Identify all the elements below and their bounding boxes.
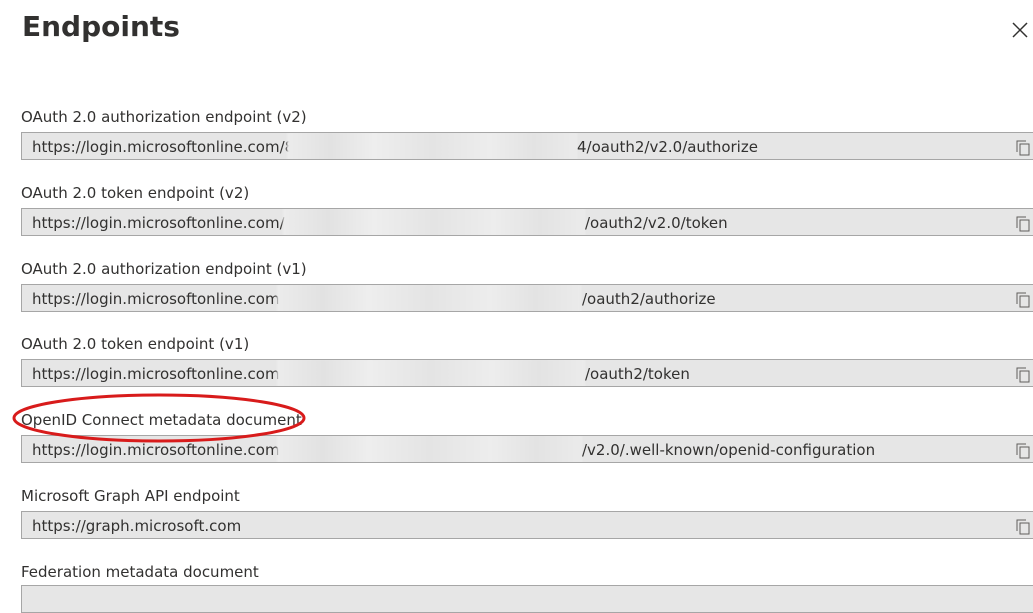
field-label-oauth2-token-v1: OAuth 2.0 token endpoint (v1) bbox=[21, 335, 250, 353]
field-value-prefix: https://login.microsoftonline.com/8 bbox=[32, 214, 295, 232]
field-oauth2-authorize-v1[interactable]: https://login.microsoftonline.com/ /oaut… bbox=[21, 284, 1033, 312]
field-label-federation-metadata: Federation metadata document bbox=[21, 563, 259, 581]
field-value-suffix: 4/oauth2/v2.0/authorize bbox=[577, 138, 758, 156]
field-value-suffix: /oauth2/v2.0/token bbox=[585, 214, 728, 232]
field-openid-metadata[interactable]: https://login.microsoftonline.com/ /v2.0… bbox=[21, 435, 1033, 463]
copy-icon[interactable] bbox=[1016, 292, 1030, 308]
field-label-graph-api: Microsoft Graph API endpoint bbox=[21, 487, 240, 505]
field-label-oauth2-authorize-v2: OAuth 2.0 authorization endpoint (v2) bbox=[21, 108, 307, 126]
close-button[interactable] bbox=[1008, 18, 1032, 42]
field-value-prefix: https://graph.microsoft.com bbox=[32, 517, 242, 535]
field-oauth2-token-v2[interactable]: https://login.microsoftonline.com/8 /oau… bbox=[21, 208, 1033, 236]
redacted-tenant-id bbox=[277, 360, 585, 386]
field-value-suffix: /oauth2/token bbox=[585, 365, 690, 383]
close-icon bbox=[1012, 22, 1028, 38]
redacted-tenant-id bbox=[283, 209, 585, 235]
field-oauth2-authorize-v2[interactable]: https://login.microsoftonline.com/8 4/oa… bbox=[21, 132, 1033, 160]
copy-icon[interactable] bbox=[1016, 519, 1030, 535]
field-label-openid-metadata: OpenID Connect metadata document bbox=[21, 411, 302, 429]
field-label-oauth2-token-v2: OAuth 2.0 token endpoint (v2) bbox=[21, 184, 250, 202]
field-label-oauth2-authorize-v1: OAuth 2.0 authorization endpoint (v1) bbox=[21, 260, 307, 278]
copy-icon[interactable] bbox=[1016, 140, 1030, 156]
field-value-prefix: https://login.microsoftonline.com/ bbox=[32, 441, 285, 459]
redacted-tenant-id bbox=[287, 133, 577, 159]
field-graph-api[interactable]: https://graph.microsoft.com bbox=[21, 511, 1033, 539]
field-value-prefix: https://login.microsoftonline.com/ bbox=[32, 290, 285, 308]
copy-icon[interactable] bbox=[1016, 367, 1030, 383]
copy-icon[interactable] bbox=[1016, 216, 1030, 232]
copy-icon[interactable] bbox=[1016, 443, 1030, 459]
field-value-prefix: https://login.microsoftonline.com/8 bbox=[32, 138, 295, 156]
field-federation-metadata[interactable] bbox=[21, 585, 1033, 613]
redacted-tenant-id bbox=[277, 285, 581, 311]
page-title: Endpoints bbox=[22, 10, 180, 43]
field-value-suffix: /v2.0/.well-known/openid-configuration bbox=[582, 441, 876, 459]
field-oauth2-token-v1[interactable]: https://login.microsoftonline.com/ /oaut… bbox=[21, 359, 1033, 387]
field-value-suffix: /oauth2/authorize bbox=[582, 290, 716, 308]
field-value-prefix: https://login.microsoftonline.com/ bbox=[32, 365, 285, 383]
redacted-tenant-id bbox=[277, 436, 582, 462]
